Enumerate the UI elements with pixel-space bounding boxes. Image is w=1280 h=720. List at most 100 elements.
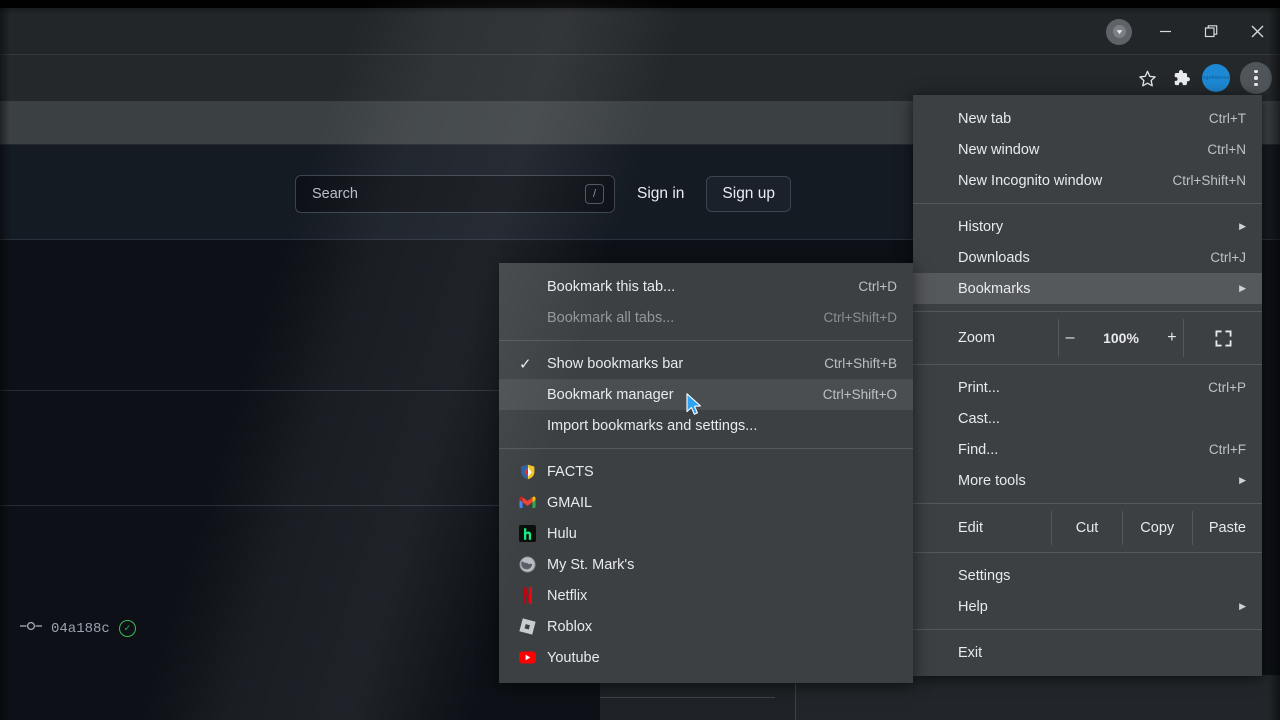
window-controls: [1106, 8, 1280, 55]
submenu-item-label: Bookmark all tabs...: [547, 309, 675, 326]
menu-item-shortcut: Ctrl+Shift+N: [1172, 173, 1246, 188]
menu-separator: [913, 311, 1262, 312]
cast-badge-icon[interactable]: [1106, 18, 1132, 45]
menu-separator: [913, 629, 1262, 630]
avatar[interactable]: Togetherness: [1202, 64, 1230, 92]
menu-item-find[interactable]: Find... Ctrl+F: [913, 434, 1262, 465]
paste-button[interactable]: Paste: [1191, 511, 1262, 545]
browser-window: Togetherness Search / Sign in Sign up: [0, 0, 1280, 720]
submenu-item-bookmark-this-tab[interactable]: Bookmark this tab... Ctrl+D: [499, 271, 913, 302]
sign-in-link[interactable]: Sign in: [637, 185, 684, 203]
youtube-icon: [519, 649, 536, 666]
menu-item-help[interactable]: Help ▶: [913, 591, 1262, 622]
menu-item-label: Downloads: [958, 249, 1030, 266]
three-dot-menu-icon[interactable]: [1240, 62, 1272, 94]
bookmark-item-facts[interactable]: FACTS: [499, 456, 913, 487]
bookmark-label: Roblox: [547, 618, 593, 635]
submenu-item-bookmark-all-tabs: Bookmark all tabs... Ctrl+Shift+D: [499, 302, 913, 333]
sign-up-button[interactable]: Sign up: [706, 176, 791, 212]
footer-divider: [600, 697, 775, 698]
bookmark-item-hulu[interactable]: Hulu: [499, 518, 913, 549]
dot: [1254, 82, 1258, 87]
chrome-main-menu: New tab Ctrl+T New window Ctrl+N New Inc…: [913, 95, 1262, 676]
menu-item-shortcut: Ctrl+T: [1208, 111, 1246, 126]
puzzle-piece-icon[interactable]: [1164, 61, 1198, 95]
fullscreen-icon[interactable]: [1184, 330, 1262, 347]
bookmark-label: Hulu: [547, 525, 577, 542]
checkmark-icon: ✓: [519, 355, 532, 373]
zoom-label: Zoom: [958, 330, 996, 346]
menu-item-exit[interactable]: Exit: [913, 637, 1262, 668]
menu-item-new-tab[interactable]: New tab Ctrl+T: [913, 103, 1262, 134]
bookmark-label: My St. Mark's: [547, 556, 635, 573]
menu-item-more-tools[interactable]: More tools ▶: [913, 465, 1262, 496]
verified-check-icon: ✓: [118, 620, 136, 637]
menu-item-label: Find...: [958, 441, 999, 458]
bookmark-item-gmail[interactable]: GMAIL: [499, 487, 913, 518]
submenu-item-label: Import bookmarks and settings...: [547, 417, 758, 434]
menu-item-settings[interactable]: Settings: [913, 560, 1262, 591]
menu-item-cast[interactable]: Cast...: [913, 403, 1262, 434]
bookmark-item-roblox[interactable]: Roblox: [499, 611, 913, 642]
menu-edit-row: Edit Cut Copy Paste: [913, 511, 1262, 545]
search-input[interactable]: Search /: [295, 175, 615, 213]
submenu-item-import-bookmarks-and-settings[interactable]: Import bookmarks and settings...: [499, 410, 913, 441]
menu-item-shortcut: Ctrl+P: [1208, 380, 1246, 395]
chevron-right-icon: ▶: [1239, 601, 1246, 611]
search-shortcut-badge: /: [585, 184, 604, 204]
bookmark-label: GMAIL: [547, 494, 593, 511]
zoom-level-value: 100%: [1103, 330, 1139, 346]
menu-separator: [913, 503, 1262, 504]
gmail-icon: [519, 494, 536, 511]
menu-item-print[interactable]: Print... Ctrl+P: [913, 372, 1262, 403]
dot: [1254, 69, 1258, 74]
cut-button[interactable]: Cut: [1051, 511, 1121, 545]
star-icon[interactable]: [1130, 61, 1164, 95]
minimize-button[interactable]: [1142, 8, 1188, 55]
window-titlebar: [0, 0, 1280, 8]
netflix-icon: [519, 587, 536, 604]
zoom-in-button[interactable]: +: [1165, 329, 1179, 347]
menu-item-label: New Incognito window: [958, 172, 1103, 189]
submenu-item-label: Show bookmarks bar: [547, 355, 684, 372]
menu-item-new-incognito-window[interactable]: New Incognito window Ctrl+Shift+N: [913, 165, 1262, 196]
header-actions: Search / Sign in Sign up: [295, 175, 791, 213]
commit-node-icon: [20, 620, 42, 637]
bookmark-item-my-st-marks[interactable]: My St. Mark's: [499, 549, 913, 580]
bookmark-item-youtube[interactable]: Youtube: [499, 642, 913, 673]
roblox-icon: [519, 618, 536, 635]
submenu-item-shortcut: Ctrl+Shift+D: [823, 310, 897, 325]
menu-item-label: Print...: [958, 379, 1000, 396]
submenu-separator: [499, 340, 913, 341]
chevron-right-icon: ▶: [1239, 221, 1246, 231]
maximize-restore-button[interactable]: [1188, 8, 1234, 55]
submenu-item-shortcut: Ctrl+D: [858, 279, 897, 294]
bookmark-label: Youtube: [547, 649, 600, 666]
menu-separator: [913, 552, 1262, 553]
bookmark-item-netflix[interactable]: Netflix: [499, 580, 913, 611]
chevron-right-icon: ▶: [1239, 283, 1246, 293]
submenu-item-label: Bookmark this tab...: [547, 278, 676, 295]
menu-item-bookmarks[interactable]: Bookmarks ▶: [913, 273, 1262, 304]
dot: [1254, 76, 1258, 80]
submenu-item-label: Bookmark manager: [547, 386, 674, 403]
menu-item-label: New window: [958, 141, 1040, 158]
copy-button[interactable]: Copy: [1121, 511, 1192, 545]
menu-item-history[interactable]: History ▶: [913, 211, 1262, 242]
submenu-separator: [499, 448, 913, 449]
close-button[interactable]: [1234, 8, 1280, 55]
menu-item-label: New tab: [958, 110, 1012, 127]
zoom-out-button[interactable]: –: [1063, 329, 1077, 347]
tab-strip: [0, 8, 1280, 55]
menu-item-downloads[interactable]: Downloads Ctrl+J: [913, 242, 1262, 273]
menu-separator: [913, 364, 1262, 365]
menu-item-label: Bookmarks: [958, 280, 1031, 297]
menu-item-label: Settings: [958, 567, 1011, 584]
submenu-item-bookmark-manager[interactable]: Bookmark manager Ctrl+Shift+O: [499, 379, 913, 410]
search-placeholder: Search: [312, 186, 358, 202]
commit-hash[interactable]: 04a188c: [51, 621, 110, 637]
hulu-icon: [519, 525, 536, 542]
submenu-item-show-bookmarks-bar[interactable]: ✓ Show bookmarks bar Ctrl+Shift+B: [499, 348, 913, 379]
facts-shield-icon: [519, 463, 536, 480]
menu-item-new-window[interactable]: New window Ctrl+N: [913, 134, 1262, 165]
